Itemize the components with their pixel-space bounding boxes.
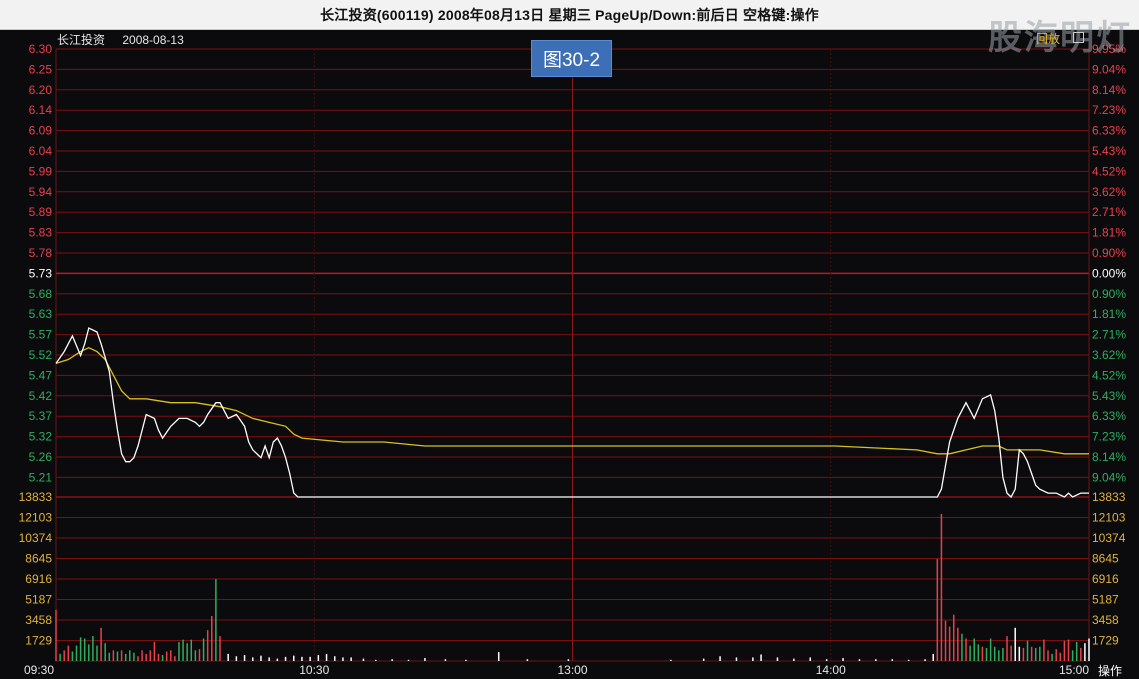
pct-tick-label: 0.90% bbox=[1092, 287, 1126, 301]
volume-tick-label: 5187 bbox=[25, 593, 52, 607]
pct-tick-label: 3.62% bbox=[1092, 185, 1126, 199]
price-tick-label: 5.42 bbox=[29, 389, 53, 403]
price-tick-label: 5.83 bbox=[29, 226, 53, 240]
pct-tick-label: 1.81% bbox=[1092, 307, 1126, 321]
chart-date: 2008-08-13 bbox=[122, 33, 184, 47]
replay-button[interactable]: 回放 bbox=[1036, 30, 1060, 47]
volume-tick-label: 10374 bbox=[1092, 531, 1126, 545]
window-title: 长江投资(600119) 2008年08月13日 星期三 PageUp/Down… bbox=[320, 6, 819, 23]
time-axis-label: 13:00 bbox=[557, 663, 587, 677]
price-tick-label: 6.04 bbox=[29, 144, 53, 158]
pct-tick-label: 9.04% bbox=[1092, 62, 1126, 76]
stock-name: 长江投资 bbox=[57, 33, 106, 47]
pct-tick-label: 3.62% bbox=[1092, 348, 1126, 362]
price-tick-label: 5.89 bbox=[29, 205, 53, 219]
price-tick-label: 6.09 bbox=[29, 124, 53, 138]
price-tick-label: 5.57 bbox=[29, 328, 53, 342]
pct-tick-label: 5.43% bbox=[1092, 389, 1126, 403]
pct-tick-label: 5.43% bbox=[1092, 144, 1126, 158]
pct-tick-label: 4.52% bbox=[1092, 164, 1126, 178]
price-tick-label: 6.30 bbox=[29, 42, 53, 56]
volume-tick-label: 1729 bbox=[1092, 634, 1119, 648]
price-tick-label: 5.21 bbox=[29, 470, 53, 484]
pct-tick-label: 2.71% bbox=[1092, 205, 1126, 219]
volume-tick-label: 13833 bbox=[19, 490, 53, 504]
pct-tick-label: 2.71% bbox=[1092, 328, 1126, 342]
pct-tick-label: 1.81% bbox=[1092, 226, 1126, 240]
price-tick-label: 5.73 bbox=[29, 266, 53, 280]
volume-tick-label: 6916 bbox=[1092, 572, 1119, 586]
pct-tick-label: 9.04% bbox=[1092, 470, 1126, 484]
volume-tick-label: 8645 bbox=[25, 552, 52, 566]
operate-button[interactable]: 操作 bbox=[1098, 662, 1122, 679]
price-tick-label: 6.14 bbox=[29, 103, 53, 117]
price-tick-label: 5.52 bbox=[29, 348, 53, 362]
pct-tick-label: 8.14% bbox=[1092, 83, 1126, 97]
price-tick-label: 5.63 bbox=[29, 307, 53, 321]
intraday-chart: 6.30 9.95%6.25 9.04%6.20 8.14%6.14 7.23%6.09… bbox=[19, 42, 1127, 677]
time-axis-label: 14:00 bbox=[816, 663, 846, 677]
intraday-chart-area: 6.30 9.95% 6.25 9.04% 6.20 8.14% 6.14 7.23% 6.09… bbox=[0, 29, 1139, 679]
price-tick-label: 5.26 bbox=[29, 450, 53, 464]
pct-tick-label: 4.52% bbox=[1092, 368, 1126, 382]
pct-tick-label: 0.90% bbox=[1092, 246, 1126, 260]
time-axis-label: 09:30 bbox=[24, 663, 54, 677]
price-tick-label: 6.20 bbox=[29, 83, 53, 97]
pct-tick-label: 7.23% bbox=[1092, 103, 1126, 117]
price-tick-label: 5.99 bbox=[29, 164, 53, 178]
volume-tick-label: 8645 bbox=[1092, 552, 1119, 566]
pct-tick-label: 7.23% bbox=[1092, 430, 1126, 444]
pct-tick-label: 8.14% bbox=[1092, 450, 1126, 464]
time-axis-label: 10:30 bbox=[299, 663, 329, 677]
volume-tick-label: 6916 bbox=[25, 572, 52, 586]
price-tick-label: 5.32 bbox=[29, 430, 53, 444]
pct-tick-label: 6.33% bbox=[1092, 124, 1126, 138]
volume-tick-label: 3458 bbox=[1092, 613, 1119, 627]
volume-tick-label: 3458 bbox=[25, 613, 52, 627]
time-axis-label: 15:00 bbox=[1059, 663, 1089, 677]
price-tick-label: 5.68 bbox=[29, 287, 53, 301]
pct-tick-label: 6.33% bbox=[1092, 409, 1126, 423]
window-title-bar: 长江投资(600119) 2008年08月13日 星期三 PageUp/Down… bbox=[0, 0, 1139, 30]
pct-tick-label: 0.00% bbox=[1092, 266, 1126, 280]
price-tick-label: 6.25 bbox=[29, 62, 53, 76]
volume-tick-label: 1729 bbox=[25, 634, 52, 648]
price-tick-label: 5.47 bbox=[29, 368, 53, 382]
price-tick-label: 5.94 bbox=[29, 185, 53, 199]
volume-tick-label: 12103 bbox=[19, 511, 53, 525]
figure-label: 图30-2 bbox=[531, 40, 612, 77]
maximize-icon[interactable] bbox=[1073, 32, 1084, 43]
volume-tick-label: 10374 bbox=[19, 531, 53, 545]
price-tick-label: 5.78 bbox=[29, 246, 53, 260]
volume-tick-label: 5187 bbox=[1092, 593, 1119, 607]
volume-tick-label: 13833 bbox=[1092, 490, 1126, 504]
volume-tick-label: 12103 bbox=[1092, 511, 1126, 525]
price-tick-label: 5.37 bbox=[29, 409, 53, 423]
stock-header: 长江投资 2008-08-13 bbox=[57, 31, 198, 48]
